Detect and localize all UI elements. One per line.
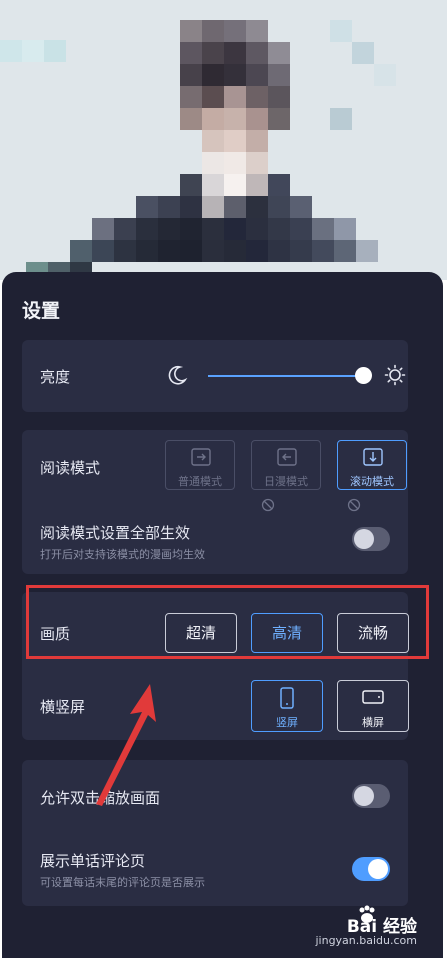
highlight-box (26, 585, 429, 659)
brightness-label: 亮度 (40, 368, 71, 386)
apply-all-label: 阅读模式设置全部生效 (40, 524, 191, 542)
comment-page-toggle[interactable] (352, 857, 390, 881)
brightness-slider-thumb[interactable] (355, 367, 372, 384)
apply-all-toggle[interactable] (352, 527, 390, 551)
orientation-portrait-button[interactable]: 竖屏 (251, 680, 323, 732)
brightness-slider-track[interactable] (208, 375, 358, 377)
mode-scroll-button[interactable]: 滚动模式 (337, 440, 407, 490)
comment-page-description: 可设置每话末尾的评论页是否展示 (40, 876, 205, 889)
brightness-card: 亮度 (22, 340, 408, 412)
orientation-landscape-label: 横屏 (362, 716, 384, 729)
double-tap-zoom-toggle[interactable] (352, 784, 390, 808)
landscape-phone-icon (362, 690, 384, 704)
orientation-row: 横竖屏 竖屏 横屏 (22, 672, 409, 740)
panel-title: 设置 (22, 300, 61, 322)
mode-normal-button[interactable]: 普通模式 (165, 440, 275, 512)
sun-icon (384, 364, 406, 390)
mode-manga-label: 日漫模式 (264, 475, 308, 488)
arrow-left-icon (277, 448, 297, 466)
portrait-phone-icon (280, 687, 294, 709)
arrow-right-icon (191, 448, 211, 466)
red-arrow-icon (96, 684, 156, 806)
reading-mode-label: 阅读模式 (40, 459, 101, 477)
toggle-knob (354, 786, 374, 806)
background-photo (0, 0, 447, 280)
toggle-knob (368, 859, 388, 879)
arrow-down-icon (363, 448, 383, 466)
toggle-knob (354, 529, 374, 549)
apply-all-description: 打开后对支持该模式的漫画均生效 (40, 548, 205, 561)
watermark-url: jingyan.baidu.com (315, 934, 417, 947)
display-options-card: 允许双击缩放画面 展示单话评论页 可设置每话末尾的评论页是否展示 (22, 760, 408, 906)
mode-manga-button[interactable]: 日漫模式 (251, 440, 361, 512)
comment-page-label: 展示单话评论页 (40, 852, 146, 870)
orientation-landscape-button[interactable]: 横屏 (337, 680, 409, 732)
orientation-portrait-label: 竖屏 (276, 716, 298, 729)
reading-mode-card: 阅读模式 普通模式 日漫模式 滚动模式 阅读模式设置全部生效 打开后对支持该模式… (22, 430, 408, 574)
mode-scroll-label: 滚动模式 (350, 475, 394, 488)
mode-normal-label: 普通模式 (178, 475, 222, 488)
moon-icon (166, 364, 188, 390)
orientation-label: 横竖屏 (40, 698, 86, 716)
